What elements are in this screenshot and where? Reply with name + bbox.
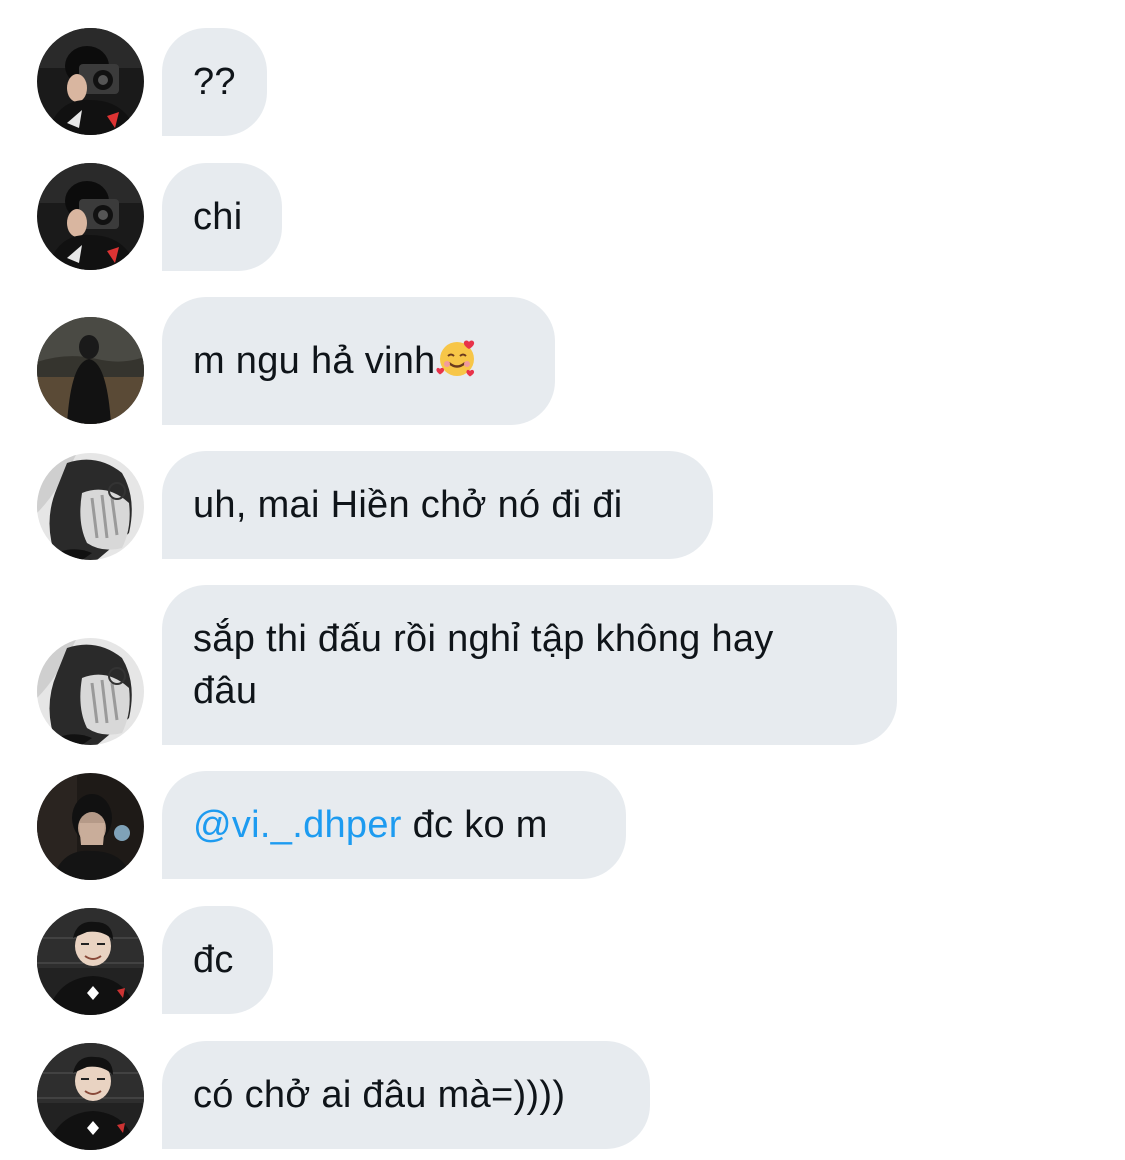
avatar[interactable] (37, 317, 144, 424)
message-bubble[interactable]: đc (162, 906, 273, 1014)
message-bubble[interactable]: có chở ai đâu mà=)))) (162, 1041, 650, 1149)
message-bubble[interactable]: @vi._.dhper đc ko m (162, 771, 626, 879)
chat-thread: ?? chi m ngu hả vinh uh, mai Hiền chở nó… (0, 0, 1125, 1160)
avatar-image (37, 773, 144, 880)
avatar-image (37, 1043, 144, 1150)
message-bubble[interactable]: chi (162, 163, 282, 271)
message-bubble[interactable]: ?? (162, 28, 267, 136)
message-bubble[interactable]: m ngu hả vinh (162, 297, 555, 425)
avatar-image (37, 453, 144, 560)
avatar[interactable] (37, 908, 144, 1015)
avatar[interactable] (37, 453, 144, 560)
avatar-image (37, 163, 144, 270)
smiling-face-with-hearts-icon (436, 340, 474, 377)
message-text-line-1: sắp thi đấu rồi nghỉ tập không hay (193, 618, 774, 660)
avatar[interactable] (37, 28, 144, 135)
avatar[interactable] (37, 638, 144, 745)
message-text: có chở ai đâu mà=)))) (193, 1074, 566, 1116)
message-text: uh, mai Hiền chở nó đi đi (193, 484, 623, 526)
avatar[interactable] (37, 163, 144, 270)
message-text: chi (193, 196, 243, 238)
avatar-image (37, 638, 144, 745)
avatar-image (37, 908, 144, 1015)
message-bubble[interactable]: sắp thi đấu rồi nghỉ tập không hay đâu (162, 585, 897, 745)
avatar[interactable] (37, 1043, 144, 1150)
message-text: m ngu hả vinh (193, 340, 436, 382)
message-text: đc (193, 939, 234, 981)
message-text-line-2: đâu (193, 670, 258, 712)
mention-link[interactable]: @vi._.dhper (193, 804, 402, 846)
message-bubble[interactable]: uh, mai Hiền chở nó đi đi (162, 451, 713, 559)
message-text: ?? (193, 61, 236, 103)
avatar[interactable] (37, 773, 144, 880)
avatar-image (37, 28, 144, 135)
message-text-line: m ngu hả vinh (193, 335, 524, 387)
avatar-image (37, 317, 144, 424)
message-text-line: @vi._.dhper đc ko m (193, 799, 595, 851)
message-text: đc ko m (401, 804, 548, 846)
